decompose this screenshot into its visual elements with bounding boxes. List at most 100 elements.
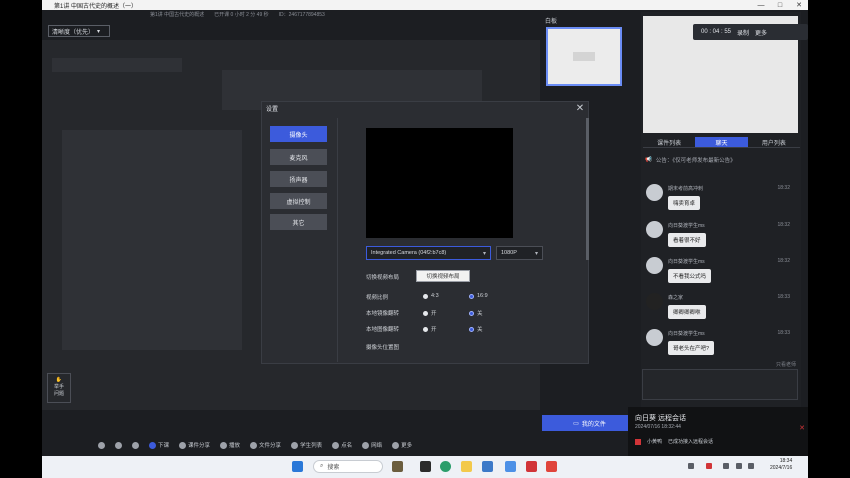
sender-name: 向日葵渡学生ms: [668, 331, 705, 337]
maximize-button[interactable]: □: [771, 0, 789, 10]
toolbar-label: 下课: [158, 443, 170, 449]
settings-tab-microphone[interactable]: 麦克风: [270, 149, 327, 165]
tab-courseware[interactable]: 课件列表: [643, 137, 696, 148]
minimize-button[interactable]: —: [752, 0, 770, 10]
toolbar-label: 课件分享: [188, 443, 211, 449]
roll-call-button[interactable]: 点名: [332, 441, 352, 449]
message-time: 18:33: [777, 294, 790, 300]
settings-tab-speaker[interactable]: 扬声器: [270, 171, 327, 187]
ratio-16-9-radio[interactable]: 16:9: [469, 293, 488, 299]
clock-date: 2024/7/16: [770, 465, 793, 471]
megaphone-icon: 📢: [645, 157, 652, 163]
my-files-button[interactable]: ▭ 我的文件: [542, 415, 637, 431]
tray-icon[interactable]: [688, 463, 694, 469]
app-icon: [635, 438, 641, 445]
stop-icon: [149, 441, 156, 449]
settings-tab-camera[interactable]: 摄像头: [270, 126, 327, 142]
tab-chat[interactable]: 聊天: [695, 137, 748, 148]
ratio-4-3-radio[interactable]: 4:3: [423, 293, 439, 299]
volume-icon[interactable]: [748, 463, 754, 469]
message-time: 18:33: [777, 330, 790, 336]
record-button[interactable]: 录制: [737, 28, 749, 37]
mirror-on-radio[interactable]: 开: [423, 309, 437, 317]
taskbar-search[interactable]: ⌕ 搜索: [313, 460, 383, 473]
switch-layout-button[interactable]: 切换视频布局: [416, 270, 470, 282]
close-window-button[interactable]: ✕: [790, 0, 808, 10]
flip-off-radio[interactable]: 关: [469, 325, 483, 333]
clock-time: 18:34: [779, 458, 793, 464]
my-files-label: 我的文件: [581, 421, 606, 428]
app-icon[interactable]: [505, 461, 516, 472]
students-button[interactable]: 学生列表: [291, 441, 322, 449]
sender-name: 森之家: [668, 295, 684, 301]
task-view-icon[interactable]: [420, 461, 431, 472]
notification-item: 小黄鸭 已成功接入远程会话: [635, 438, 713, 445]
speaker-button[interactable]: [98, 441, 105, 449]
network-button[interactable]: 网络: [362, 441, 382, 449]
play-button[interactable]: 播放: [220, 441, 240, 449]
chat-message: 向日葵渡学生ms 18:32 看着很不好: [646, 221, 796, 255]
tray-icon[interactable]: [723, 463, 729, 469]
close-icon[interactable]: ✕: [574, 102, 586, 114]
settings-tab-other[interactable]: 其它: [270, 214, 327, 230]
dialog-title: 设置: [266, 107, 279, 113]
more-tools-button[interactable]: 更多: [392, 441, 412, 449]
windows-start-icon[interactable]: [292, 461, 303, 472]
radio-label: 4:3: [431, 293, 439, 299]
network-icon: [362, 441, 370, 449]
tray-icon[interactable]: [706, 463, 712, 469]
message-text: 嗨卖育卓: [668, 196, 701, 210]
radio-label: 开: [431, 311, 437, 317]
classroom-app-icon[interactable]: [546, 461, 557, 472]
file-share-button[interactable]: 文件分享: [250, 441, 281, 449]
radio-label: 关: [477, 311, 483, 317]
resolution-select[interactable]: 1080P ▾: [496, 246, 543, 260]
settings-tab-virtual[interactable]: 虚拟控制: [270, 193, 327, 209]
chevron-down-icon: ▾: [534, 251, 538, 257]
remote-session-notification[interactable]: 向日葵 远程会话 2024/07/16 18:32:44 小黄鸭 已成功接入远程…: [628, 407, 808, 456]
flip-on-radio[interactable]: 开: [423, 325, 437, 333]
camera-button[interactable]: [132, 441, 139, 449]
camera-position-label: 摄像头位置图: [366, 345, 400, 351]
resolution-value: 1080P: [501, 250, 517, 256]
quality-select[interactable]: 清晰度（优先） ▾: [48, 25, 110, 37]
edge-icon[interactable]: [440, 461, 451, 472]
chat-input[interactable]: [642, 369, 798, 400]
message-text: 不看我公式吗: [668, 269, 712, 283]
raise-hand-button[interactable]: ✋ 举手 问题: [47, 373, 71, 403]
sender-name: 向日葵渡学生ms: [668, 259, 705, 265]
stage-ghost: [52, 58, 182, 72]
close-icon[interactable]: ✕: [799, 424, 805, 432]
lesson-time: 已开课 0 小时 2 分 49 秒: [214, 12, 269, 18]
chat-message: 向日葵渡学生ms 18:33 哥老头在产吧?: [646, 329, 796, 363]
widgets-icon[interactable]: [392, 461, 403, 472]
dialog-scrollbar[interactable]: [586, 118, 589, 260]
taskbar-clock[interactable]: 18:34 2024/7/16: [770, 458, 792, 472]
right-letterbox: [808, 0, 850, 478]
toolbar-label: 文件分享: [259, 443, 282, 449]
toolbar-label: 网络: [371, 443, 383, 449]
more-button[interactable]: 更多: [755, 28, 767, 37]
mic-button[interactable]: [115, 441, 122, 449]
toolbar-label: 学生列表: [300, 443, 323, 449]
wps-icon[interactable]: [526, 461, 537, 472]
notification-item-detail: 已成功接入远程会话: [668, 439, 714, 445]
notification-title: 向日葵 远程会话: [635, 415, 686, 422]
only-teacher-checkbox[interactable]: 只看老师: [776, 361, 796, 368]
app-icon[interactable]: [482, 461, 493, 472]
camera-device-value: Integrated Camera (04f2:b7c8): [371, 250, 447, 256]
search-icon: ⌕: [320, 463, 324, 469]
file-explorer-icon[interactable]: [461, 461, 472, 472]
mirror-label: 本地镜像翻转: [366, 311, 400, 317]
whiteboard-thumbnail[interactable]: [546, 27, 622, 86]
wifi-icon[interactable]: [736, 463, 742, 469]
message-text: 哥老头在产吧?: [668, 341, 715, 355]
courseware-share-button[interactable]: 课件分享: [179, 441, 210, 449]
end-class-button[interactable]: 下课: [149, 441, 169, 449]
tab-users[interactable]: 用户列表: [747, 137, 800, 148]
stage-ghost: [62, 130, 242, 350]
chat-message: 森之家 18:33 卿卿卿卿咻: [646, 293, 796, 327]
mirror-off-radio[interactable]: 关: [469, 309, 483, 317]
camera-device-select[interactable]: Integrated Camera (04f2:b7c8) ▾: [366, 246, 491, 260]
search-label: 搜索: [327, 465, 340, 471]
